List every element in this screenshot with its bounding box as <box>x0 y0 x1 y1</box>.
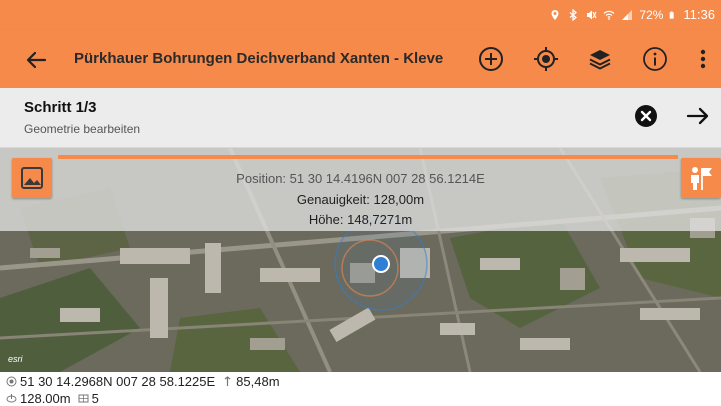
add-button[interactable] <box>476 44 506 74</box>
esri-attribution: esri <box>8 354 23 364</box>
accuracy-icon <box>6 394 17 403</box>
info-icon <box>643 47 667 71</box>
layers-icon <box>589 50 611 70</box>
info-button[interactable] <box>640 44 670 74</box>
signal-icon <box>622 9 633 20</box>
step-progress-bar <box>58 155 678 159</box>
step-title: Schritt 1/3 <box>24 99 97 116</box>
crosshair-icon <box>6 376 17 387</box>
locate-button[interactable] <box>531 44 561 74</box>
footer-line-1: 51 30 14.2968N 007 28 58.1225E 85,48m <box>6 374 280 389</box>
overflow-menu-button[interactable] <box>688 44 718 74</box>
measure-person-button[interactable] <box>681 158 721 198</box>
more-vertical-icon <box>700 49 706 69</box>
image-icon <box>21 167 43 189</box>
location-pin-icon <box>551 9 559 20</box>
footer-accuracy: 128.00m <box>20 391 71 406</box>
wifi-icon <box>603 10 615 20</box>
position-readout: Position: 51 30 14.4196N 007 28 56.1214E <box>236 171 485 186</box>
altitude-icon <box>224 376 231 386</box>
footer-satellites: 5 <box>91 391 99 406</box>
satellite-icon <box>78 394 89 403</box>
accuracy-readout: Genauigkeit: 128,00m <box>296 192 425 207</box>
battery-icon <box>670 11 675 19</box>
image-button[interactable] <box>12 158 52 198</box>
gps-footer: 51 30 14.2968N 007 28 58.1225E 85,48m 12… <box>0 372 721 406</box>
app-title: Pürkhauer Bohrungen Deichverband Xanten … <box>74 50 444 67</box>
app-bar: Pürkhauer Bohrungen Deichverband Xanten … <box>0 30 721 88</box>
footer-line-2: 128.00m 5 <box>6 391 99 406</box>
altitude-readout: Höhe: 148,7271m <box>308 212 413 227</box>
step-subtitle: Geometrie bearbeiten <box>24 122 141 136</box>
footer-altitude: 85,48m <box>236 374 280 389</box>
status-time: 11:36 <box>683 7 715 22</box>
gps-target-icon <box>534 47 558 71</box>
add-circle-icon <box>479 47 503 71</box>
mute-icon <box>587 10 597 19</box>
cancel-icon[interactable] <box>634 104 658 128</box>
arrow-right-icon[interactable] <box>684 102 712 130</box>
arrow-left-icon <box>26 51 47 69</box>
bluetooth-icon <box>569 8 578 21</box>
status-icons: 72% 11:36 <box>549 7 715 22</box>
battery-percent: 72% <box>639 7 664 22</box>
layers-button[interactable] <box>585 44 615 74</box>
back-button[interactable] <box>22 46 50 74</box>
footer-coordinates: 51 30 14.2968N 007 28 58.1225E <box>20 374 216 389</box>
step-header: Schritt 1/3 Geometrie bearbeiten <box>0 88 721 148</box>
map-view[interactable]: Position: 51 30 14.4196N 007 28 56.1214E… <box>0 148 721 372</box>
person-flag-icon <box>691 167 712 190</box>
gps-info-panel: Position: 51 30 14.4196N 007 28 56.1214E… <box>0 148 721 231</box>
status-bar: 72% 11:36 <box>0 0 721 30</box>
